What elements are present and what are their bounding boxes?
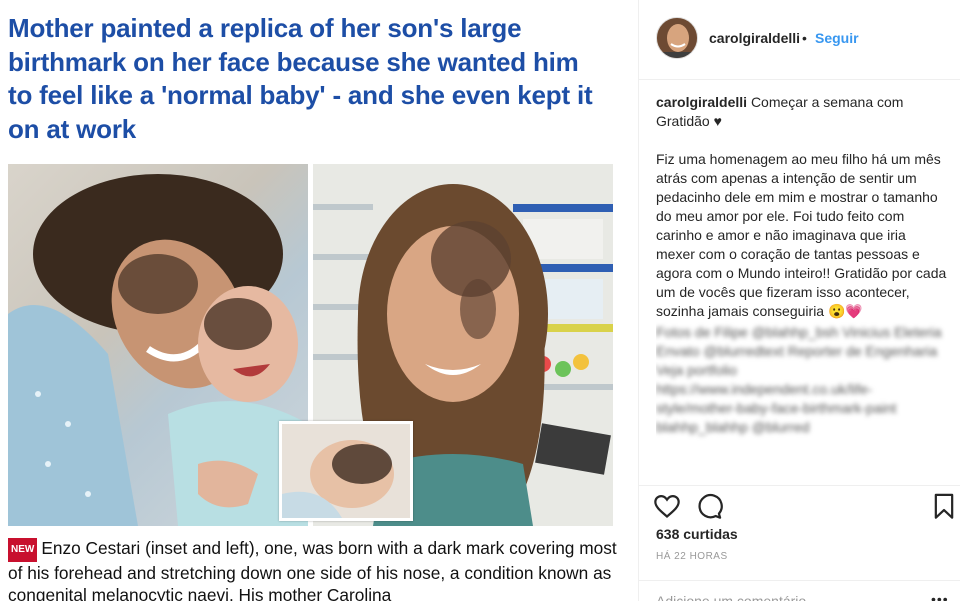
article-caption: NEW Enzo Cestari (inset and left), one, w… <box>8 537 618 601</box>
heart-icon[interactable] <box>653 492 681 520</box>
article-headline: Mother painted a replica of her son's la… <box>8 13 593 144</box>
more-options-button[interactable]: ••• <box>931 591 949 601</box>
bookmark-icon[interactable] <box>930 492 958 520</box>
avatar[interactable] <box>656 17 698 59</box>
mother-son-photo <box>8 164 308 526</box>
post-caption-area: carolgiraldelli Começar a semana com Gra… <box>656 93 948 485</box>
post-actions-bar <box>639 485 960 521</box>
article-screenshot: Mother painted a replica of her son's la… <box>0 0 632 601</box>
caption-author[interactable]: carolgiraldelli <box>656 94 747 110</box>
separator-dot: • <box>802 30 807 46</box>
new-badge: NEW <box>8 538 38 562</box>
comment-input[interactable] <box>656 593 906 601</box>
caption-body: Fiz uma homenagem ao meu filho há um mês… <box>656 151 947 319</box>
post-header: carolgiraldelli • Seguir <box>639 0 960 80</box>
instagram-post-panel: carolgiraldelli • Seguir carolgiraldelli… <box>638 0 960 601</box>
caption-intro: carolgiraldelli Começar a semana com Gra… <box>656 93 948 131</box>
like-count[interactable]: 638 curtidas <box>656 526 738 542</box>
blurred-caption-text: Fotos de Filipe @blahhp_bsh Vinicius Ele… <box>656 324 942 435</box>
add-comment-bar: ••• <box>639 580 960 601</box>
caption-text: Enzo Cestari (inset and left), one, was … <box>8 538 617 601</box>
inset-baby-photo <box>279 421 413 521</box>
comment-bubble-icon[interactable] <box>695 492 723 520</box>
post-timestamp[interactable]: HÁ 22 HORAS <box>656 551 728 562</box>
follow-button[interactable]: Seguir <box>815 30 859 46</box>
username-link[interactable]: carolgiraldelli <box>709 30 800 46</box>
